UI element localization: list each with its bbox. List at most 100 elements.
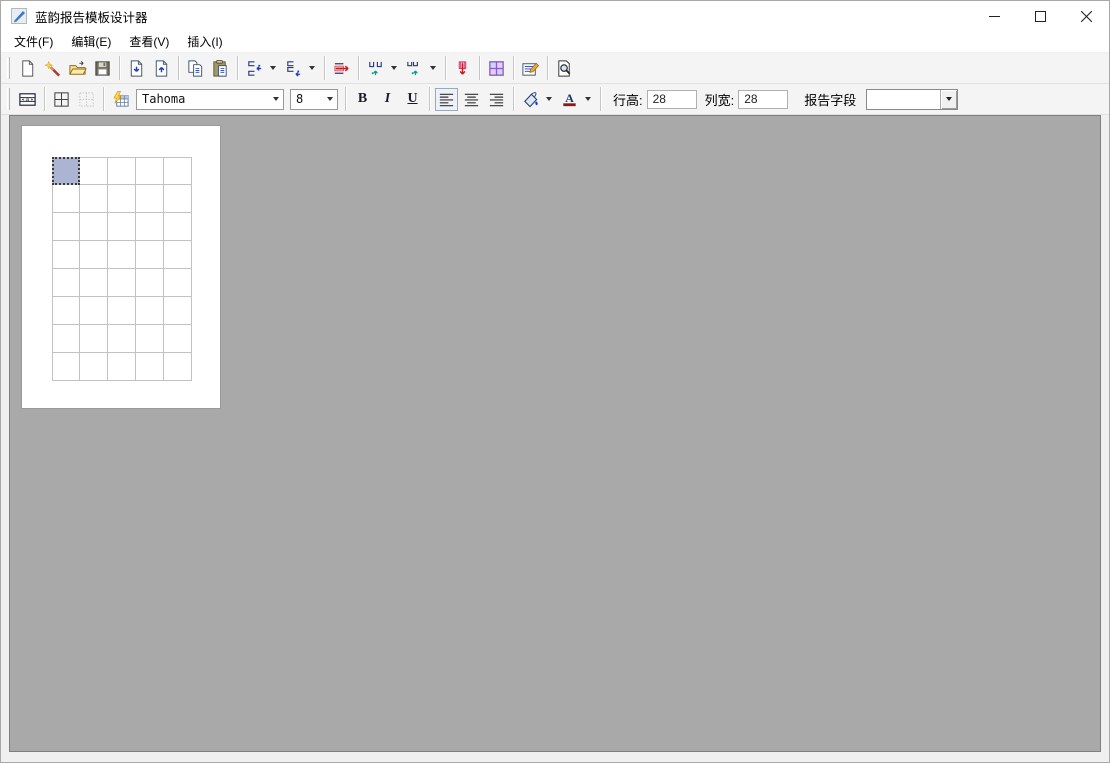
row-height-input[interactable] [646, 89, 697, 109]
insert-column-after-button[interactable] [403, 57, 426, 80]
export-template-button[interactable] [150, 57, 173, 80]
grid-cell[interactable] [164, 269, 192, 297]
open-button[interactable] [66, 57, 89, 80]
grid-cell[interactable] [164, 185, 192, 213]
grid-cell[interactable] [52, 185, 80, 213]
dotted-grid-button[interactable] [75, 88, 98, 111]
page-arrow-in-icon [130, 59, 143, 77]
grid-cell[interactable] [136, 325, 164, 353]
save-icon [95, 60, 110, 76]
menu-insert[interactable]: 插入(I) [178, 30, 231, 53]
italic-button[interactable]: I [376, 88, 399, 111]
grid-cell[interactable] [164, 241, 192, 269]
grid-cell[interactable] [136, 353, 164, 381]
grid-cell[interactable] [80, 269, 108, 297]
import-template-button[interactable] [125, 57, 148, 80]
new-button[interactable] [16, 57, 39, 80]
grid-cell[interactable] [136, 213, 164, 241]
report-field-combo[interactable] [866, 88, 959, 110]
grid-cell[interactable] [52, 325, 80, 353]
fill-color-button[interactable] [519, 88, 542, 111]
grid-cell[interactable] [136, 157, 164, 185]
insert-column-before-dropdown[interactable] [388, 57, 400, 80]
insert-column-before-button[interactable] [364, 57, 387, 80]
grid-cell[interactable] [108, 353, 136, 381]
maximize-button[interactable] [1017, 1, 1063, 31]
design-canvas[interactable] [9, 115, 1101, 752]
insert-row-before-icon [248, 60, 262, 76]
grid-cell[interactable] [164, 353, 192, 381]
grid-cell[interactable] [164, 325, 192, 353]
grid-cell[interactable] [108, 213, 136, 241]
font-name-combo[interactable]: Tahoma [136, 88, 284, 110]
grid-cell[interactable] [108, 157, 136, 185]
insert-column-after-dropdown[interactable] [427, 57, 439, 80]
insert-row-after-button[interactable] [282, 57, 305, 80]
minimize-button[interactable] [971, 1, 1017, 31]
grid-cell[interactable] [80, 185, 108, 213]
grid-cell[interactable] [80, 325, 108, 353]
toolbar-gripper[interactable] [7, 57, 10, 79]
properties-icon [522, 62, 540, 76]
save-button[interactable] [91, 57, 114, 80]
properties-button[interactable] [519, 57, 542, 80]
grid-cell[interactable] [136, 185, 164, 213]
grid-cell[interactable] [80, 241, 108, 269]
grid-cell[interactable] [52, 297, 80, 325]
close-button[interactable] [1063, 1, 1109, 31]
font-size-combo[interactable]: 8 [290, 88, 338, 110]
grid-cell[interactable] [52, 241, 80, 269]
grid-cell[interactable] [164, 297, 192, 325]
insert-row-before-dropdown[interactable] [267, 57, 279, 80]
chevron-down-icon[interactable] [323, 90, 337, 109]
toolbar-separator [358, 56, 359, 80]
grid-cell[interactable] [108, 325, 136, 353]
bold-button[interactable]: B [351, 88, 374, 111]
format-grid-button[interactable] [109, 88, 132, 111]
grid-cell[interactable] [164, 213, 192, 241]
toolbar-gripper[interactable] [7, 88, 10, 110]
grid-cell[interactable] [108, 297, 136, 325]
align-right-button[interactable] [485, 88, 508, 111]
insert-row-after-dropdown[interactable] [306, 57, 318, 80]
grid-cell[interactable] [52, 213, 80, 241]
grid-cell[interactable] [136, 297, 164, 325]
col-width-input[interactable] [738, 89, 789, 109]
copy-button[interactable] [184, 57, 207, 80]
grid-cell[interactable] [52, 269, 80, 297]
grid-cell[interactable] [108, 241, 136, 269]
grid-cell[interactable] [52, 353, 80, 381]
align-center-button[interactable] [460, 88, 483, 111]
grid-cell[interactable] [80, 157, 108, 185]
grid-borders-button[interactable] [50, 88, 73, 111]
menu-view[interactable]: 查看(V) [120, 30, 178, 53]
menu-edit[interactable]: 编辑(E) [62, 30, 120, 53]
selected-cell[interactable] [52, 157, 80, 185]
delete-row-button[interactable] [330, 57, 353, 80]
grid-cell[interactable] [136, 269, 164, 297]
toolbar-separator [513, 87, 514, 111]
wizard-button[interactable] [41, 57, 64, 80]
chevron-down-icon[interactable] [940, 89, 958, 109]
report-page[interactable] [21, 125, 221, 409]
insert-row-before-button[interactable] [243, 57, 266, 80]
grid-cell[interactable] [108, 185, 136, 213]
grid-cell[interactable] [164, 157, 192, 185]
align-left-button[interactable] [435, 87, 458, 111]
font-color-button[interactable]: A [558, 88, 581, 111]
grid-cell[interactable] [80, 213, 108, 241]
underline-button[interactable]: U [401, 88, 424, 111]
paste-button[interactable] [209, 57, 232, 80]
table-grid-button[interactable] [485, 57, 508, 80]
menu-file[interactable]: 文件(F) [5, 30, 62, 53]
grid-cell[interactable] [136, 241, 164, 269]
delete-column-button[interactable] [451, 57, 474, 80]
print-preview-button[interactable] [553, 57, 576, 80]
grid-cell[interactable] [108, 269, 136, 297]
chevron-down-icon[interactable] [269, 90, 283, 109]
grid-cell[interactable] [80, 297, 108, 325]
font-color-dropdown[interactable] [582, 88, 594, 111]
cell-text-button[interactable]: a [16, 88, 39, 111]
fill-color-dropdown[interactable] [543, 88, 555, 111]
grid-cell[interactable] [80, 353, 108, 381]
